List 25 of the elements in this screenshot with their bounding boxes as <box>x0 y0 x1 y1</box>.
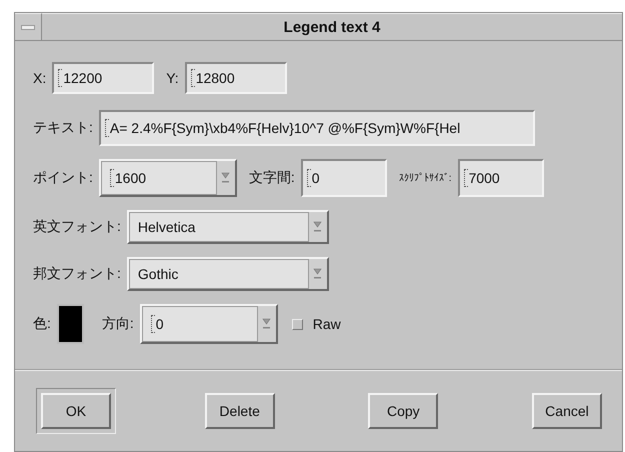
input-field[interactable]: 7000 <box>458 159 544 197</box>
combo-box[interactable]: 0 <box>140 304 278 344</box>
checkbox-label: Raw <box>312 316 341 332</box>
window-menu-button[interactable] <box>15 13 42 40</box>
combo-box[interactable]: Helvetica <box>126 210 329 244</box>
field-label: ｽｸﾘﾌﾟﾄｻｲｽﾞ: <box>398 172 452 184</box>
window-title: Legend text 4 <box>42 13 622 40</box>
raw-checkbox[interactable] <box>292 318 303 330</box>
input-field[interactable]: 12800 <box>184 62 287 94</box>
dialog-button[interactable]: OK <box>36 388 116 434</box>
combo-box[interactable]: 1600 <box>98 159 237 197</box>
field-label: X: <box>33 70 46 86</box>
field-label: 色: <box>33 315 51 333</box>
combo-box[interactable]: Gothic <box>126 257 329 291</box>
field-label: 方向: <box>102 315 134 333</box>
field-label: Y: <box>166 70 179 86</box>
field-label: 邦文フォント: <box>33 265 121 283</box>
input-field[interactable]: 0 <box>300 159 387 197</box>
input-field[interactable]: 12200 <box>52 62 154 94</box>
color-swatch[interactable] <box>56 304 84 344</box>
field-label: 文字間: <box>248 169 295 187</box>
field-label: ポイント: <box>33 169 93 187</box>
field-label: テキスト: <box>33 119 93 137</box>
field-label: 英文フォント: <box>33 218 121 236</box>
input-field[interactable]: A= 2.4%F{Sym}\xb4%F{Helv}10^7 @%F{Sym}W%F{Hel <box>98 110 535 146</box>
